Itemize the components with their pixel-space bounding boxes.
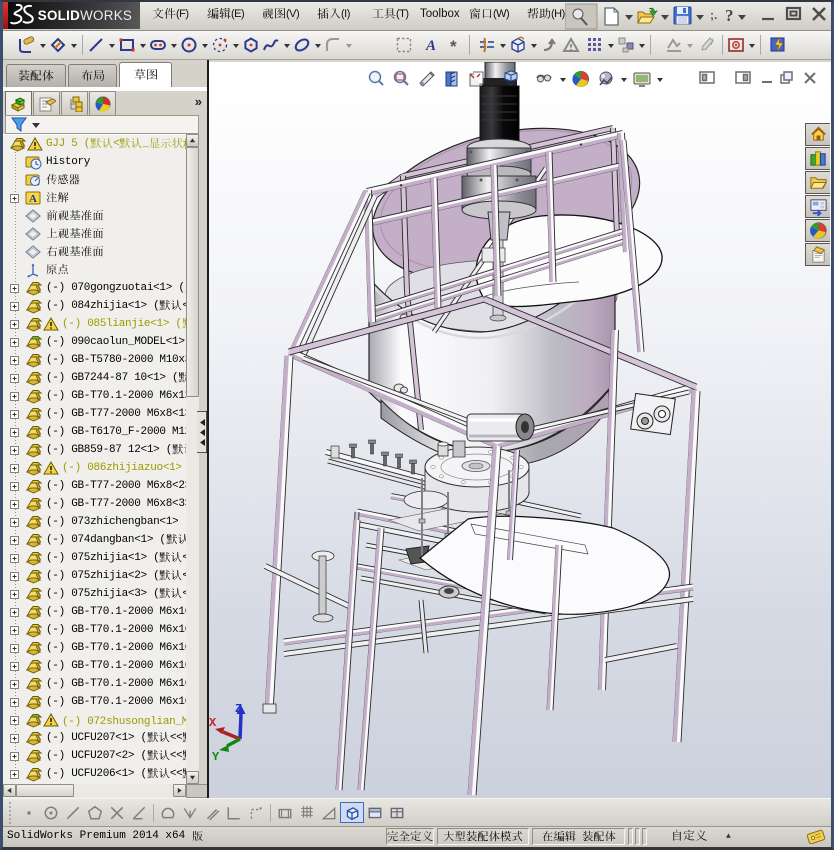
svg-text:X: X bbox=[209, 716, 217, 730]
svg-text:Z: Z bbox=[235, 702, 242, 716]
svg-text:Y: Y bbox=[212, 750, 220, 764]
